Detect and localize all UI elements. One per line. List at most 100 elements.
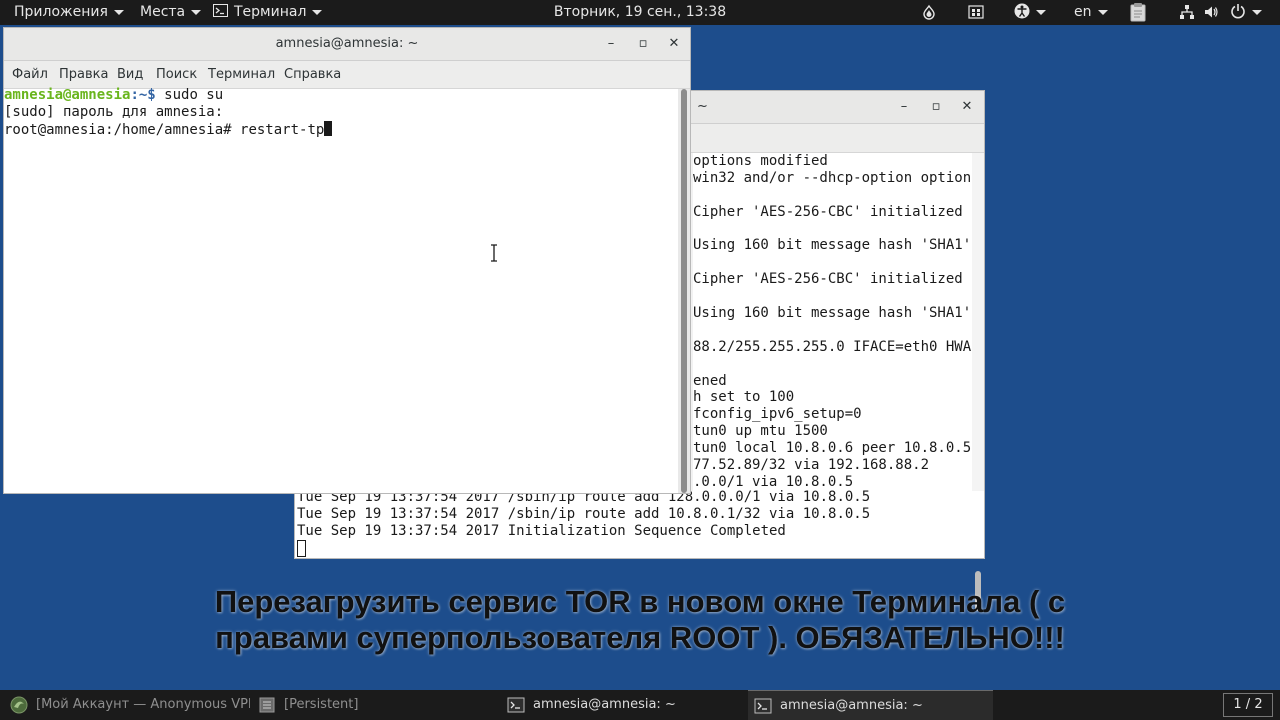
places-menu-label: Места <box>140 4 186 20</box>
applications-menu-label: Приложения <box>14 4 108 20</box>
terminal-text[interactable]: amnesia@amnesia:~$ sudo su [sudo] пароль… <box>4 87 333 139</box>
output-line: Using 160 bit message hash 'SHA1' <box>693 237 972 254</box>
terminal-icon <box>507 697 525 712</box>
sudo-password-prompt: [sudo] пароль для amnesia: <box>4 103 224 120</box>
output-line: Tue Sep 19 13:37:54 2017 /sbin/ip route … <box>297 505 871 522</box>
caption-line-1: Перезагрузить сервис TOR в новом окне Те… <box>214 584 1066 619</box>
front-window-titlebar[interactable]: amnesia@amnesia: ~ – ▫ ✕ <box>4 28 690 61</box>
maximize-icon: ▫ <box>638 36 648 51</box>
terminal-cursor <box>297 540 306 557</box>
terminal-scrollbar-thumb[interactable] <box>681 89 687 493</box>
chevron-down-icon <box>113 9 124 15</box>
top-panel: Вторник, 19 сен., 13:38 Приложения Места… <box>0 0 1280 25</box>
output-line: tun0 local 10.8.0.6 peer 10.8.0.5 <box>693 440 972 457</box>
close-icon: ✕ <box>961 99 973 114</box>
keyboard-layout-menu[interactable]: en <box>1074 0 1108 25</box>
maximize-icon: ▫ <box>931 99 941 114</box>
output-line: Tue Sep 19 13:37:54 2017 Initialization … <box>297 522 786 539</box>
applications-menu[interactable]: Приложения <box>14 0 124 25</box>
terminal-menubar: Файл Правка Вид Поиск Терминал Справка <box>4 61 690 89</box>
maximize-button[interactable]: ▫ <box>632 33 654 55</box>
window-title: amnesia@amnesia: ~ <box>275 36 419 51</box>
back-window-menubar <box>691 124 984 153</box>
menu-search[interactable]: Поиск <box>156 61 197 89</box>
system-menu[interactable] <box>1230 0 1262 25</box>
output-line: Cipher 'AES-256-CBC' initialized <box>693 203 963 220</box>
menu-help[interactable]: Справка <box>284 61 341 89</box>
output-line: ened <box>693 372 727 389</box>
prompt-path: :~$ <box>130 87 165 103</box>
caption-line-2: правами суперпользователя ROOT ). ОБЯЗАТ… <box>215 620 1065 655</box>
minimize-icon: – <box>900 99 908 114</box>
task-terminal-2[interactable]: amnesia@amnesia: ~ <box>748 690 993 720</box>
window-list-panel: [Мой Аккаунт — Anonymous VPN ... [Persis… <box>0 690 1280 720</box>
output-line: Using 160 bit message hash 'SHA1' <box>693 305 972 322</box>
task-vpn-account[interactable]: [Мой Аккаунт — Anonymous VPN ... <box>10 690 250 720</box>
menu-edit[interactable]: Правка <box>59 61 108 89</box>
instruction-caption: Перезагрузить сервис TOR в новом окне Те… <box>130 584 1150 656</box>
output-line: win32 and/or --dhcp-option options <box>693 169 973 186</box>
menu-view[interactable]: Вид <box>117 61 143 89</box>
task-label: amnesia@amnesia: ~ <box>780 698 923 713</box>
task-label: [Persistent] <box>284 697 359 712</box>
minimize-button[interactable]: – <box>893 96 915 118</box>
back-window-titlebar[interactable]: ~ – ▫ ✕ <box>691 91 984 124</box>
volume-icon[interactable] <box>1203 4 1219 20</box>
app-menu-label: Терминал <box>234 4 307 20</box>
close-button[interactable]: ✕ <box>663 33 685 55</box>
menu-terminal[interactable]: Терминал <box>208 61 275 89</box>
terminal-output[interactable]: amnesia@amnesia:~$ sudo su [sudo] пароль… <box>4 87 680 493</box>
output-line: 77.52.89/32 via 192.168.88.2 <box>693 457 930 474</box>
output-line: options modified <box>693 153 828 169</box>
minimize-button[interactable]: – <box>600 33 622 55</box>
tor-onion-icon[interactable] <box>921 4 937 20</box>
chevron-down-icon <box>1036 9 1046 15</box>
chevron-down-icon <box>312 9 323 15</box>
accessibility-icon <box>1014 3 1030 19</box>
task-terminal-1[interactable]: amnesia@amnesia: ~ <box>505 690 745 720</box>
output-line: Cipher 'AES-256-CBC' initialized <box>693 271 963 288</box>
minimize-icon: – <box>607 36 615 51</box>
prompt-user: amnesia@amnesia <box>4 87 131 103</box>
root-prompt: root@amnesia:/home/amnesia# <box>4 121 241 138</box>
output-line: tun0 up mtu 1500 <box>693 423 828 440</box>
task-label: [Мой Аккаунт — Anonymous VPN ... <box>36 697 250 712</box>
keyboard-layout-label: en <box>1074 4 1092 20</box>
terminal-icon <box>754 698 772 713</box>
settings-window-icon <box>259 697 275 712</box>
maximize-button[interactable]: ▫ <box>925 96 947 118</box>
text-cursor-icon <box>491 244 497 262</box>
chevron-down-icon <box>191 9 202 15</box>
network-icon[interactable] <box>968 4 984 20</box>
task-label: amnesia@amnesia: ~ <box>533 697 676 712</box>
chevron-down-icon <box>1097 9 1108 15</box>
close-button[interactable]: ✕ <box>956 96 978 118</box>
close-icon: ✕ <box>668 36 680 51</box>
accessibility-menu[interactable] <box>1014 0 1046 25</box>
wired-network-icon[interactable] <box>1179 4 1195 20</box>
menu-file[interactable]: Файл <box>12 61 48 89</box>
workspace-switcher[interactable]: 1 / 2 <box>1223 693 1273 717</box>
power-icon <box>1231 4 1245 19</box>
places-menu[interactable]: Места <box>140 0 202 25</box>
command-input[interactable]: restart-tp <box>240 122 324 138</box>
app-menu-terminal[interactable]: Терминал <box>213 0 323 25</box>
command-text: sudo su <box>164 87 224 103</box>
clipboard-icon[interactable] <box>1130 2 1146 22</box>
output-line: fconfig_ipv6_setup=0 <box>693 406 862 423</box>
back-terminal-output-lower[interactable]: Tue Sep 19 13:37:54 2017 /sbin/ip route … <box>294 489 984 559</box>
output-line: 88.2/255.255.255.0 IFACE=eth0 HWA <box>693 338 972 355</box>
terminal-scrollbar[interactable] <box>678 89 690 493</box>
front-terminal-window[interactable]: amnesia@amnesia: ~ – ▫ ✕ Файл Правка Вид… <box>3 27 691 494</box>
back-window-title-fragment: ~ <box>697 99 708 114</box>
task-persistent[interactable]: [Persistent] <box>258 690 498 720</box>
output-line: h set to 100 <box>693 389 795 406</box>
terminal-cursor <box>324 120 333 136</box>
browser-icon <box>10 696 28 713</box>
terminal-icon <box>213 4 228 17</box>
